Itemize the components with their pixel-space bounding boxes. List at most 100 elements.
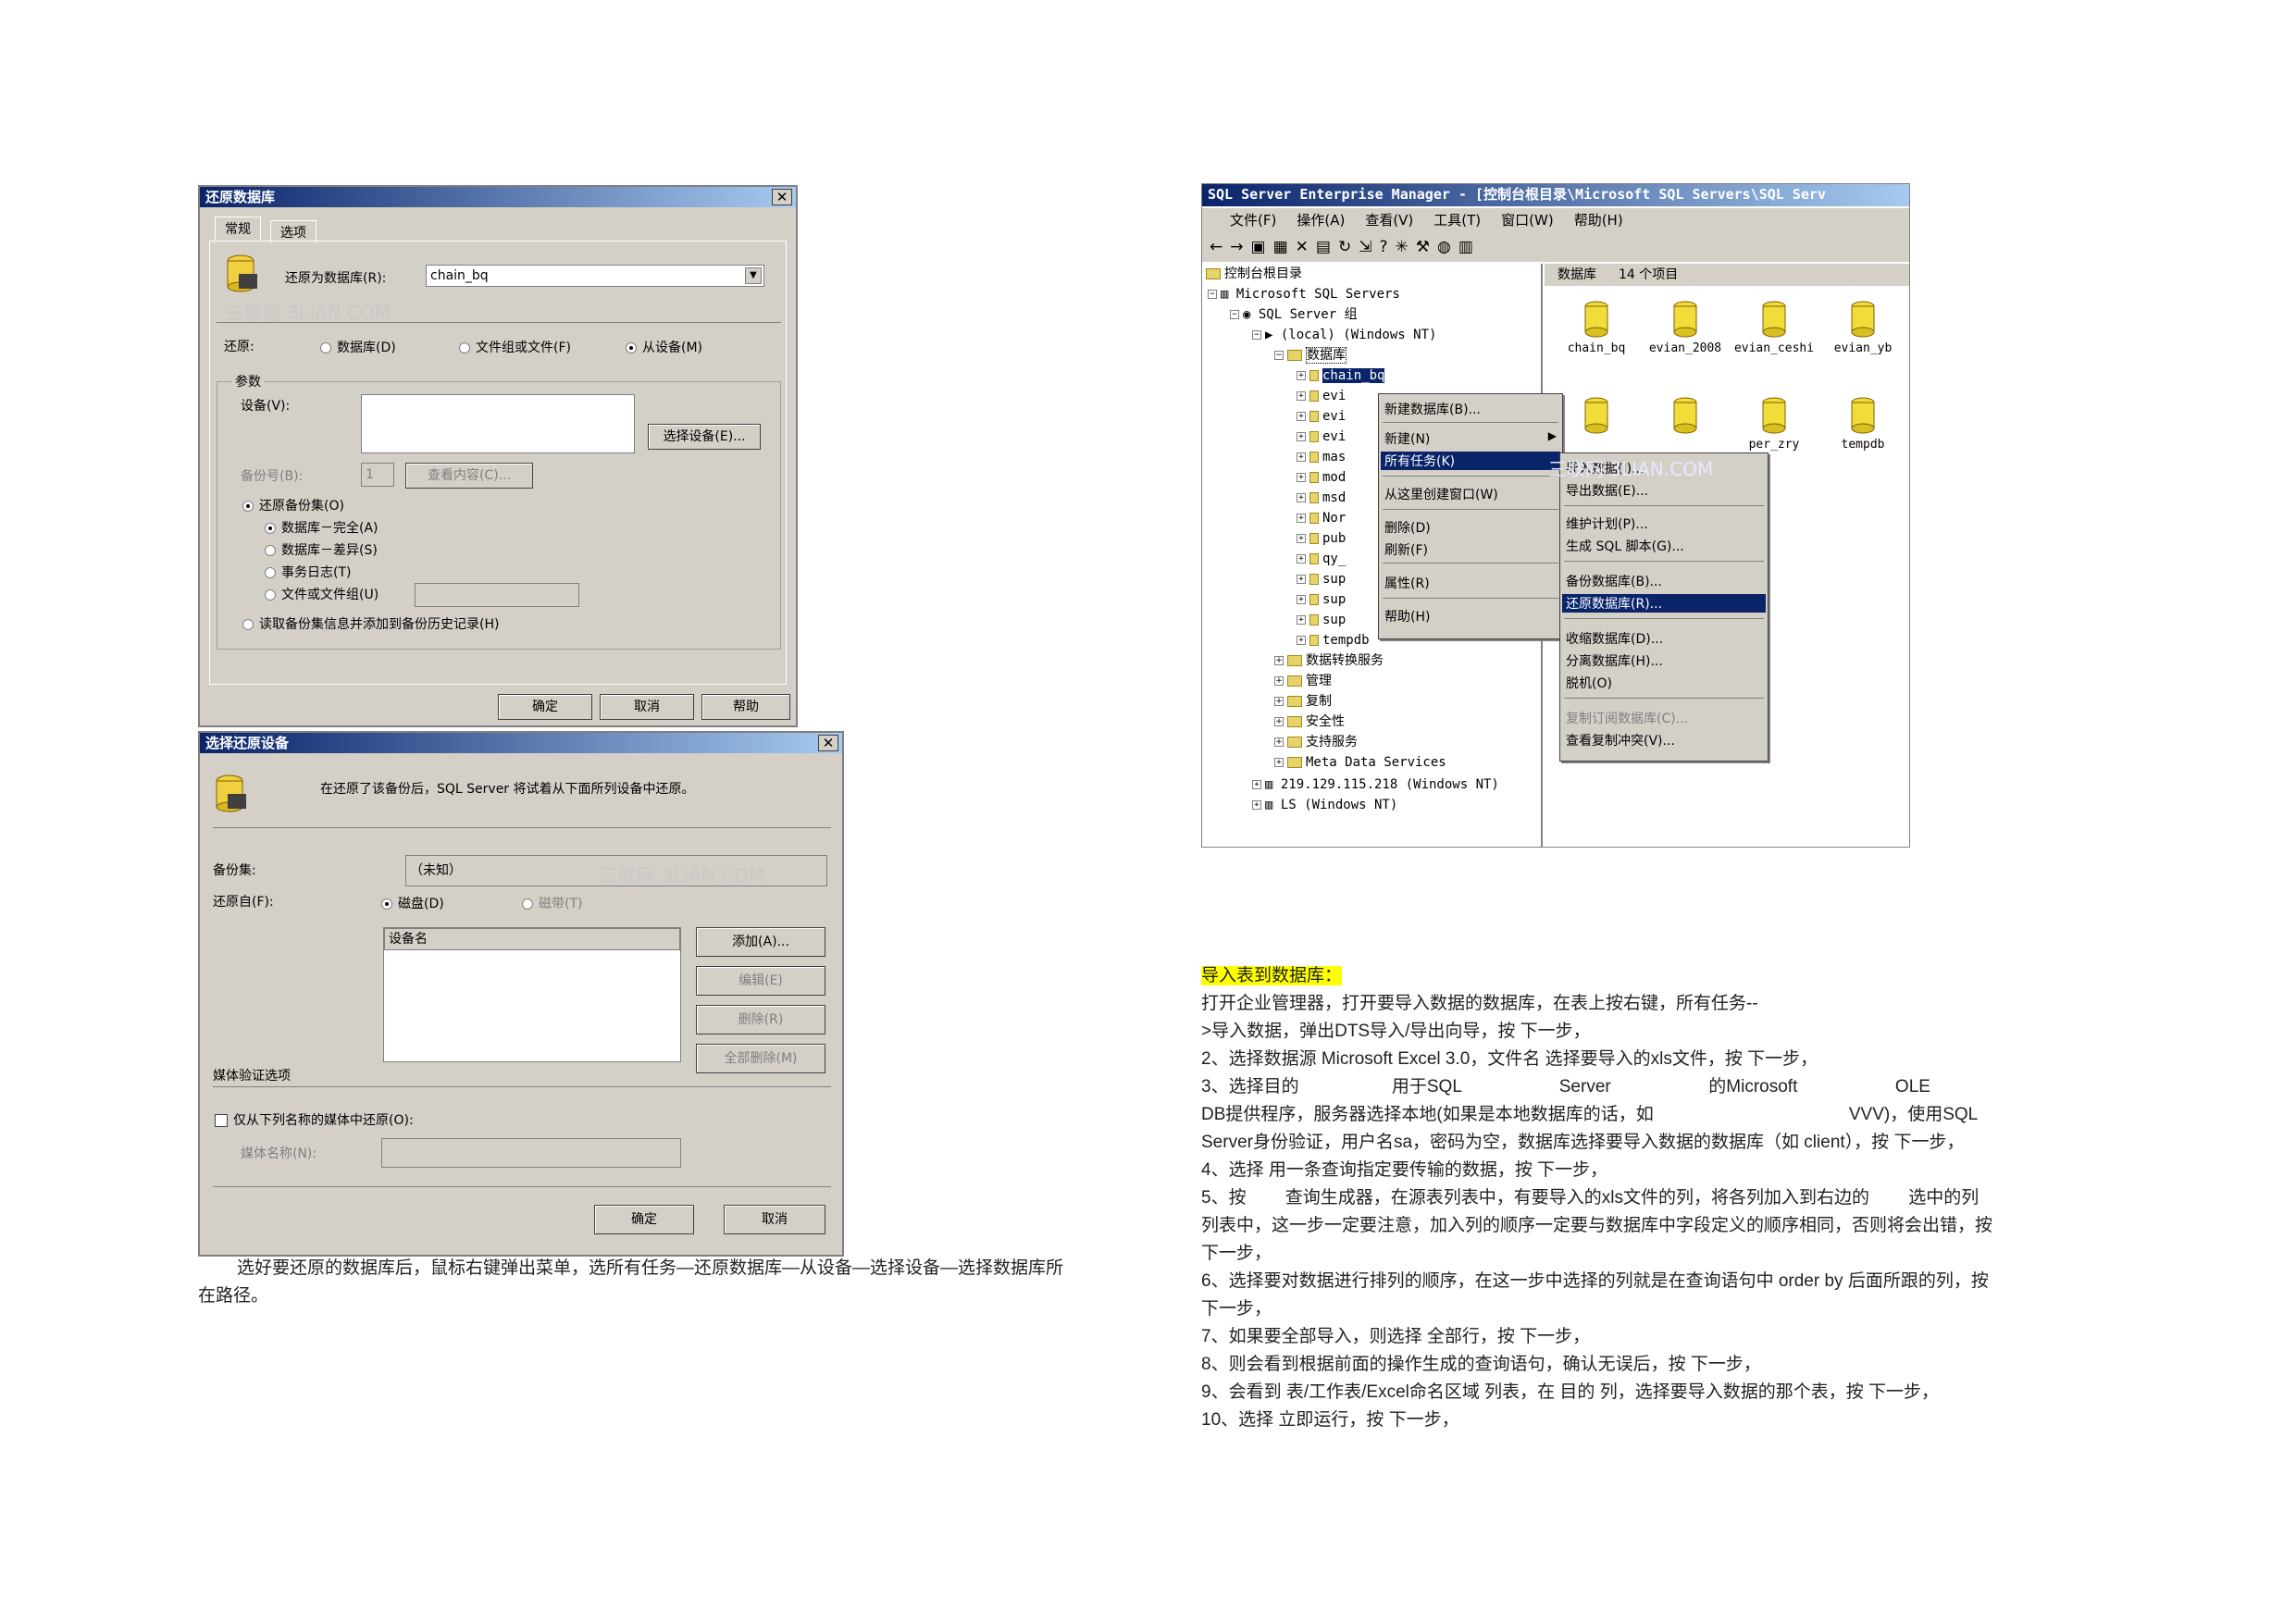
expand-icon[interactable]: + xyxy=(1274,737,1284,747)
ctx-new-window[interactable]: 从这里创建窗口(W) xyxy=(1384,485,1498,503)
sub-restore[interactable]: 还原数据库(R)... xyxy=(1562,594,1766,613)
sub-maintenance[interactable]: 维护计划(P)... xyxy=(1566,514,1648,533)
properties-icon[interactable]: ▤ xyxy=(1316,238,1338,256)
sub-backup[interactable]: 备份数据库(B)... xyxy=(1566,572,1662,590)
radio-log[interactable]: 事务日志(T) xyxy=(265,563,351,581)
expand-icon[interactable]: + xyxy=(1274,676,1284,686)
collapse-icon[interactable]: − xyxy=(1252,330,1261,340)
radio-filegroup[interactable]: 文件组或文件(F) xyxy=(459,338,571,356)
tool-icon[interactable]: ⚒ xyxy=(1416,238,1437,256)
sub-detach[interactable]: 分离数据库(H)... xyxy=(1566,651,1663,670)
file-input[interactable] xyxy=(415,583,579,607)
ctx-new[interactable]: 新建(N) xyxy=(1384,429,1430,448)
menu-file[interactable]: 文件(F) xyxy=(1230,212,1276,229)
collapse-icon[interactable]: − xyxy=(1274,351,1284,360)
database-icon[interactable]: ◍ xyxy=(1437,238,1458,256)
sub-view-conflicts[interactable]: 查看复制冲突(V)... xyxy=(1566,731,1675,750)
cancel-button[interactable]: 取消 xyxy=(600,694,694,720)
sub-generate-script[interactable]: 生成 SQL 脚本(G)... xyxy=(1566,537,1684,555)
menu-tools[interactable]: 工具(T) xyxy=(1433,212,1481,229)
menu-view[interactable]: 查看(V) xyxy=(1365,212,1413,229)
expand-icon[interactable]: + xyxy=(1297,615,1306,625)
expand-icon[interactable]: + xyxy=(1297,452,1306,462)
radio-read-backup-info[interactable]: 读取备份集信息并添加到备份历史记录(H) xyxy=(242,614,499,633)
expand-icon[interactable]: + xyxy=(1297,371,1306,380)
sub-shrink[interactable]: 收缩数据库(D)... xyxy=(1566,629,1663,648)
ctx-help[interactable]: 帮助(H) xyxy=(1384,607,1430,626)
ok-button[interactable]: 确定 xyxy=(594,1205,694,1234)
expand-icon[interactable]: + xyxy=(1297,412,1306,421)
expand-icon[interactable]: + xyxy=(1297,432,1306,441)
expand-icon[interactable]: + xyxy=(1274,758,1284,767)
radio-restore-backup-set[interactable]: 还原备份集(O) xyxy=(242,496,344,514)
expand-icon[interactable]: + xyxy=(1274,656,1284,665)
help-button[interactable]: 帮助 xyxy=(701,694,790,720)
ctx-all-tasks[interactable]: 所有任务(K) xyxy=(1381,452,1560,470)
view-contents-button[interactable]: 查看内容(C)... xyxy=(405,463,533,489)
radio-database[interactable]: 数据库(D) xyxy=(320,338,396,356)
sub-replication-db[interactable]: 复制订阅数据库(C)... xyxy=(1566,709,1688,727)
database-list-item[interactable] xyxy=(1643,397,1728,438)
ok-button[interactable]: 确定 xyxy=(498,694,592,720)
device-name-header[interactable]: 设备名 xyxy=(384,928,680,950)
ctx-delete[interactable]: 删除(D) xyxy=(1384,518,1431,537)
expand-icon[interactable]: + xyxy=(1297,636,1306,645)
close-icon[interactable]: ✕ xyxy=(818,735,838,751)
sub-export[interactable]: 导出数据(E)... xyxy=(1566,481,1648,500)
ctx-new-database[interactable]: 新建数据库(B)... xyxy=(1384,400,1481,418)
collapse-icon[interactable]: − xyxy=(1208,290,1217,299)
ctx-properties[interactable]: 属性(R) xyxy=(1384,574,1430,592)
device-list[interactable]: 设备名 xyxy=(383,927,681,1062)
restore-as-select[interactable]: chain_bq ▼ xyxy=(426,265,764,287)
expand-icon[interactable]: + xyxy=(1274,717,1284,726)
expand-icon[interactable]: + xyxy=(1297,514,1306,523)
cancel-button[interactable]: 取消 xyxy=(724,1205,825,1234)
database-list-item[interactable]: per_zry xyxy=(1731,397,1817,452)
export-icon[interactable]: ⇲ xyxy=(1359,238,1379,256)
database-list-item[interactable] xyxy=(1554,397,1639,438)
refresh-icon[interactable]: ↻ xyxy=(1338,238,1359,256)
menu-help[interactable]: 帮助(H) xyxy=(1574,212,1623,229)
delete-icon[interactable]: ✕ xyxy=(1296,238,1316,256)
radio-device[interactable]: 从设备(M) xyxy=(626,338,702,356)
database-list-item[interactable]: evian_2008 xyxy=(1643,301,1728,355)
tab-general[interactable]: 常规 xyxy=(215,217,261,240)
remove-all-button[interactable]: 全部删除(M) xyxy=(696,1044,825,1073)
expand-icon[interactable]: + xyxy=(1297,493,1306,502)
expand-icon[interactable]: + xyxy=(1252,800,1261,810)
table-icon[interactable]: ▥ xyxy=(1458,238,1481,256)
radio-tape[interactable]: 磁带(T) xyxy=(522,894,582,912)
up-icon[interactable]: ▣ xyxy=(1251,238,1273,256)
devices-list[interactable] xyxy=(361,394,635,453)
expand-icon[interactable]: + xyxy=(1297,554,1306,564)
expand-icon[interactable]: + xyxy=(1297,534,1306,543)
add-button[interactable]: 添加(A)... xyxy=(696,927,825,957)
database-list-item[interactable]: chain_bq xyxy=(1554,301,1639,355)
media-name-input[interactable] xyxy=(381,1138,681,1168)
expand-icon[interactable]: + xyxy=(1297,391,1306,401)
radio-disk[interactable]: 磁盘(D) xyxy=(381,894,444,912)
remove-button[interactable]: 删除(R) xyxy=(696,1005,825,1035)
sub-offline[interactable]: 脱机(O) xyxy=(1566,674,1612,692)
database-list-item[interactable]: evian_ceshi xyxy=(1731,301,1817,355)
radio-full[interactable]: 数据库－完全(A) xyxy=(265,518,379,537)
database-list-item[interactable]: tempdb xyxy=(1820,397,1905,452)
help-icon[interactable]: ? xyxy=(1379,238,1395,256)
expand-icon[interactable]: + xyxy=(1252,780,1261,789)
select-devices-button[interactable]: 选择设备(E)... xyxy=(648,424,761,450)
database-list-item[interactable]: evian_yb xyxy=(1820,301,1905,355)
forward-icon[interactable]: → xyxy=(1230,238,1250,256)
menu-action[interactable]: 操作(A) xyxy=(1297,212,1345,229)
radio-diff[interactable]: 数据库－差异(S) xyxy=(265,540,378,559)
only-from-media-checkbox[interactable]: 仅从下列名称的媒体中还原(O): xyxy=(215,1110,414,1129)
backup-no-input[interactable]: 1 xyxy=(361,463,394,487)
menu-window[interactable]: 窗口(W) xyxy=(1501,212,1554,229)
expand-icon[interactable]: + xyxy=(1297,473,1306,482)
back-icon[interactable]: ← xyxy=(1210,238,1230,256)
wizard-icon[interactable]: ✳ xyxy=(1395,238,1415,256)
ctx-refresh[interactable]: 刷新(F) xyxy=(1384,540,1428,559)
close-icon[interactable]: ✕ xyxy=(772,189,792,205)
collapse-icon[interactable]: − xyxy=(1230,310,1239,319)
expand-icon[interactable]: + xyxy=(1297,595,1306,604)
edit-button[interactable]: 编辑(E) xyxy=(696,966,825,996)
